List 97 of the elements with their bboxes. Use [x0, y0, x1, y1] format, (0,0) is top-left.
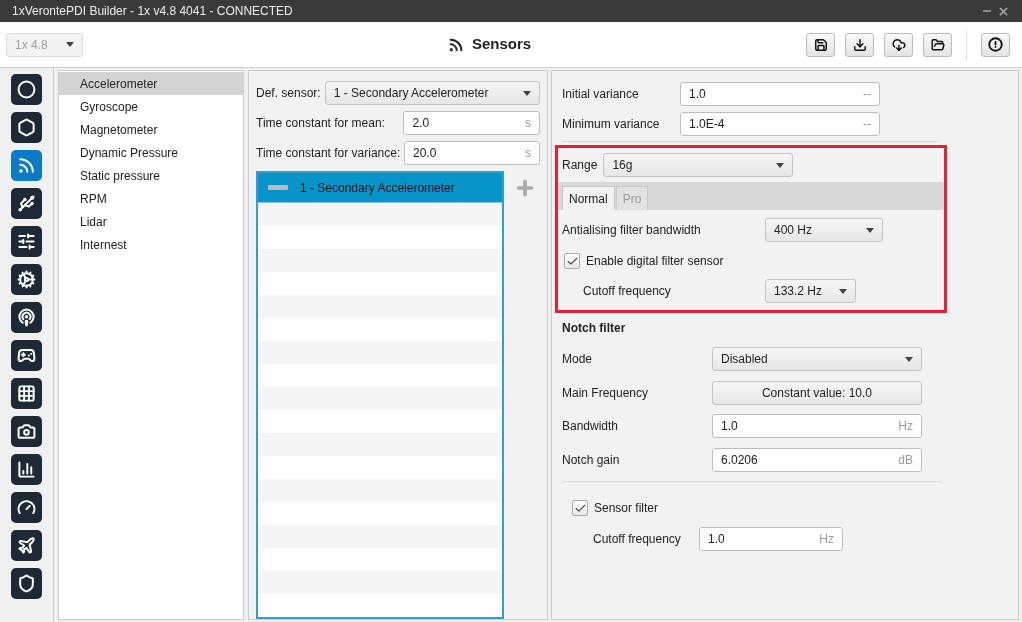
field-label: Main Frequency: [562, 384, 650, 402]
number-field[interactable]: 1.0 Hz: [699, 527, 843, 551]
handle-icon: [268, 185, 288, 190]
menu-item[interactable]: Accelerometer: [59, 72, 243, 95]
nav-button[interactable]: [11, 492, 42, 523]
save-icon: [813, 37, 828, 52]
field-label: Cutoff frequency: [583, 283, 672, 300]
checkbox[interactable]: [572, 500, 588, 516]
unit-label: --: [863, 86, 871, 103]
caret-icon: [776, 162, 785, 168]
nav-button[interactable]: [11, 74, 42, 105]
dropdown[interactable]: 16g: [603, 153, 794, 177]
nav-button[interactable]: [11, 226, 42, 257]
gears-icon: [17, 270, 36, 289]
field-label: Enable digital filter sensor: [586, 253, 724, 270]
number-field[interactable]: 20.0 s: [404, 141, 540, 165]
download-icon: [852, 37, 867, 52]
field-label: Initial variance: [562, 86, 640, 103]
menu-item[interactable]: Dynamic Pressure: [59, 141, 243, 164]
bar-chart-icon: [17, 460, 36, 479]
sliders-icon: [17, 232, 36, 251]
nav-button[interactable]: [11, 264, 42, 295]
number-field[interactable]: 6.0206 dB: [712, 448, 922, 472]
value-button[interactable]: Constant value: 10.0: [712, 380, 922, 405]
unit-label: Hz: [898, 418, 913, 435]
toolbar-button[interactable]: [981, 32, 1010, 57]
caret-icon: [66, 42, 74, 47]
field-label: Notch gain: [562, 452, 621, 469]
menu-item[interactable]: Lidar: [59, 210, 243, 233]
number-field[interactable]: 1.0E-4 --: [680, 112, 880, 136]
nav-button[interactable]: [11, 378, 42, 409]
dropdown[interactable]: Disabled: [712, 347, 922, 371]
menu-item[interactable]: Static pressure: [59, 164, 243, 187]
nav-button[interactable]: [11, 188, 42, 219]
field-label: Time constant for variance:: [256, 145, 400, 162]
nav-button[interactable]: [11, 302, 42, 333]
menu-item[interactable]: Internest: [59, 233, 243, 256]
shield-icon: [17, 574, 36, 593]
tab[interactable]: Normal: [562, 186, 615, 210]
field-label: Def. sensor:: [256, 85, 321, 102]
broadcast-icon: [17, 308, 36, 327]
field-label: Cutoff frequency: [593, 531, 682, 548]
nav-button[interactable]: [11, 530, 42, 561]
close-icon[interactable]: [997, 4, 1010, 18]
gamepad-icon: [17, 346, 36, 365]
usb-icon: [17, 194, 36, 213]
caret-icon: [839, 288, 847, 294]
unit-label: dB: [898, 452, 913, 469]
unit-label: s: [525, 115, 531, 132]
nav-button[interactable]: [11, 340, 42, 371]
toolbar-button[interactable]: [884, 32, 913, 57]
plane-icon: [17, 536, 36, 555]
ring-icon: [17, 80, 36, 99]
caret-icon: [866, 227, 874, 233]
dropdown[interactable]: 1 - Secondary Accelerometer: [324, 81, 540, 105]
cloud-download-icon: [891, 37, 906, 52]
field-label: Minimum variance: [562, 116, 661, 133]
field-label: Antialising filter bandwidth: [562, 222, 702, 239]
page-title: Sensors: [471, 34, 532, 55]
checkbox[interactable]: [564, 253, 580, 269]
dropdown[interactable]: 400 Hz: [765, 218, 883, 242]
gauge-icon: [17, 498, 36, 517]
toolbar-button[interactable]: [845, 32, 874, 57]
folder-icon: [930, 37, 945, 52]
caret-icon: [905, 356, 913, 362]
menu-item[interactable]: Magnetometer: [59, 118, 243, 141]
menu-item[interactable]: Gyroscope: [59, 95, 243, 118]
dropdown[interactable]: 133.2 Hz: [765, 279, 856, 303]
nav-button[interactable]: [11, 112, 42, 143]
signal-icon: [447, 36, 464, 53]
list-label: 1 - Secondary Accelerometer: [300, 179, 455, 197]
signal-icon: [17, 156, 36, 175]
list-row[interactable]: 1 - Secondary Accelerometer: [258, 173, 502, 203]
caret-icon: [523, 90, 531, 96]
nav-button[interactable]: [11, 568, 42, 599]
field-label: Range: [562, 157, 598, 174]
unit-label: s: [525, 145, 531, 162]
field-label: Bandwidth: [562, 418, 620, 435]
unit-label: Hz: [819, 531, 834, 548]
section-heading: Notch filter: [562, 320, 627, 337]
window-title: 1xVerontePDI Builder - 1x v4.8 4041 - CONNECTED: [12, 3, 293, 20]
alert-icon: [988, 37, 1003, 52]
grid-icon: [17, 384, 36, 403]
nav-button[interactable]: [11, 454, 42, 485]
menu-item[interactable]: RPM: [59, 187, 243, 210]
nav-button[interactable]: [11, 416, 42, 447]
field-label: Mode: [562, 351, 594, 368]
field-label: Sensor filter: [594, 500, 659, 517]
number-field[interactable]: 1.0 --: [680, 82, 880, 106]
number-field[interactable]: 2.0 s: [403, 111, 540, 135]
number-field[interactable]: 1.0 Hz: [712, 414, 922, 438]
toolbar-button[interactable]: [806, 32, 835, 57]
field-label: Time constant for mean:: [256, 115, 386, 132]
camera-icon: [17, 422, 36, 441]
unit-label: --: [863, 116, 871, 133]
toolbar-button[interactable]: [923, 32, 952, 57]
hexagon-icon: [17, 118, 36, 137]
